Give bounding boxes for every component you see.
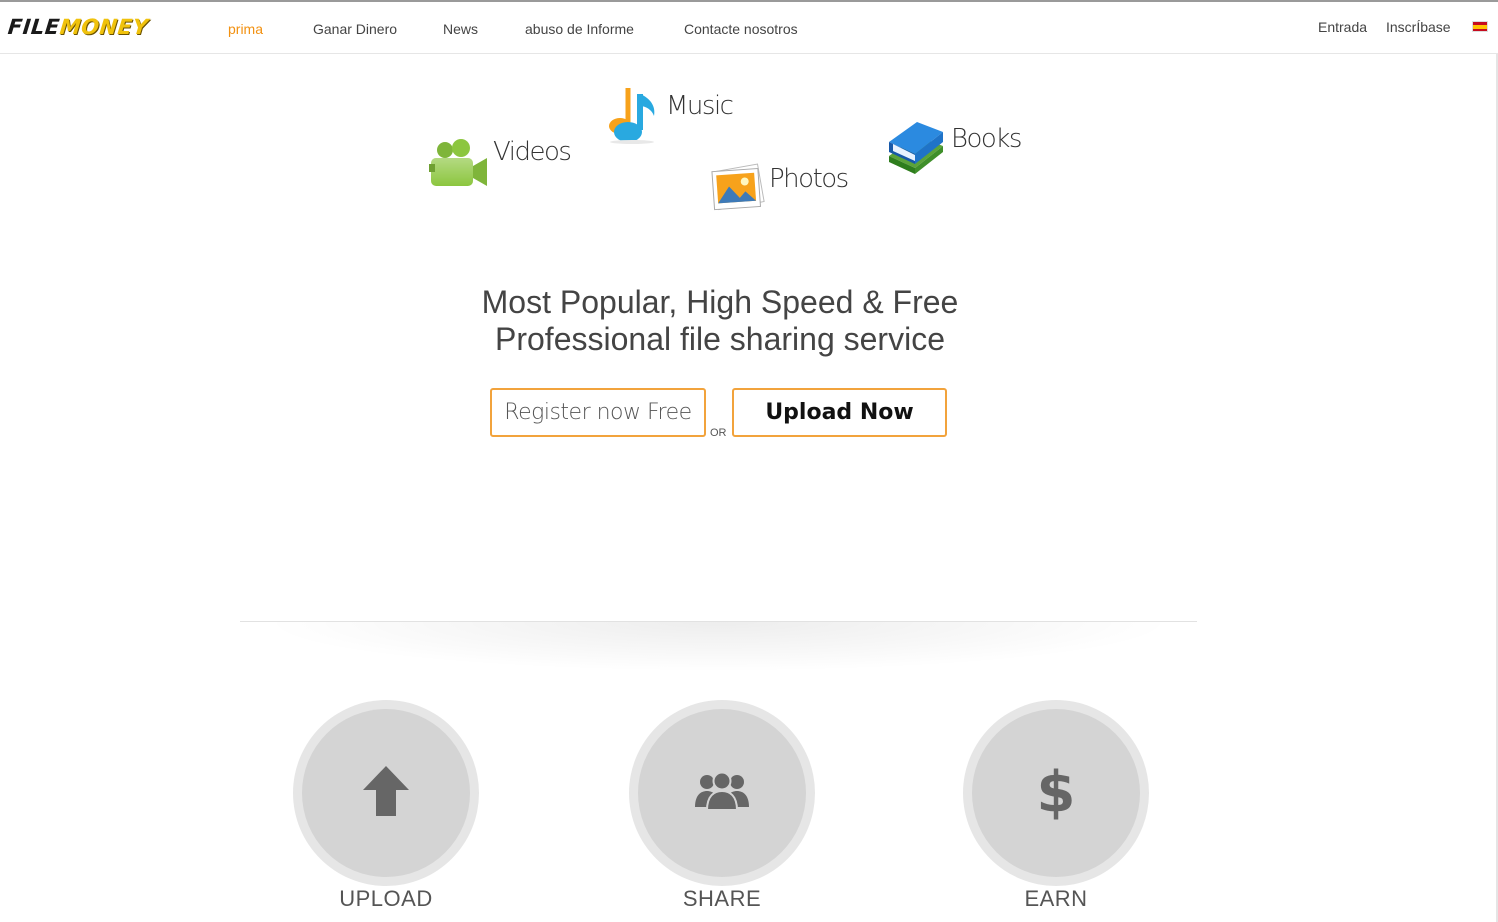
media-videos: Videos bbox=[429, 136, 572, 197]
upload-circle[interactable] bbox=[293, 700, 479, 886]
media-music: Music bbox=[606, 84, 734, 151]
step-upload: UPLOAD bbox=[293, 700, 479, 912]
upload-now-button[interactable]: Upload Now bbox=[732, 388, 947, 437]
books-icon bbox=[885, 120, 947, 185]
media-label-videos: Videos bbox=[493, 136, 572, 167]
step-share: SHARE bbox=[629, 700, 815, 912]
photos-icon bbox=[709, 158, 765, 219]
nav-item-ganar-dinero[interactable]: Ganar Dinero bbox=[313, 21, 397, 37]
login-link[interactable]: Entrada bbox=[1318, 19, 1367, 35]
logo-part-money: MONEY bbox=[58, 15, 150, 39]
divider-shadow bbox=[260, 622, 1177, 672]
hero-headline-line2: Professional file sharing service bbox=[495, 321, 945, 357]
or-separator: OR bbox=[710, 427, 727, 439]
share-circle[interactable] bbox=[629, 700, 815, 886]
step-earn: $ EARN bbox=[963, 700, 1149, 912]
signup-link[interactable]: InscrÍbase bbox=[1386, 19, 1451, 35]
top-navbar: FILEMONEY prima Ganar Dinero News abuso … bbox=[0, 2, 1498, 54]
video-camera-icon bbox=[429, 138, 489, 197]
media-label-music: Music bbox=[666, 90, 734, 121]
music-note-icon bbox=[606, 84, 662, 151]
upload-arrow-icon bbox=[361, 764, 411, 823]
step-label-upload: UPLOAD bbox=[339, 886, 433, 911]
spain-flag-icon[interactable] bbox=[1472, 21, 1488, 32]
media-books: Books bbox=[885, 120, 1022, 185]
nav-item-prima[interactable]: prima bbox=[228, 21, 263, 37]
users-group-icon bbox=[694, 771, 750, 816]
media-label-photos: Photos bbox=[769, 163, 849, 194]
step-label-earn: EARN bbox=[1024, 886, 1088, 911]
register-now-button[interactable]: Register now Free bbox=[490, 388, 706, 437]
hero-headline-line1: Most Popular, High Speed & Free bbox=[481, 284, 959, 320]
nav-item-news[interactable]: News bbox=[443, 21, 478, 37]
logo-part-file: FILE bbox=[6, 15, 62, 39]
nav-item-contacte-nosotros[interactable]: Contacte nosotros bbox=[684, 21, 798, 37]
media-label-books: Books bbox=[951, 123, 1022, 154]
step-label-share: SHARE bbox=[682, 886, 762, 911]
media-photos: Photos bbox=[709, 158, 849, 219]
filemoney-logo[interactable]: FILEMONEY bbox=[7, 15, 150, 39]
dollar-icon: $ bbox=[1036, 760, 1076, 825]
earn-circle[interactable]: $ bbox=[963, 700, 1149, 886]
nav-item-abuso-de-informe[interactable]: abuso de Informe bbox=[525, 21, 634, 37]
